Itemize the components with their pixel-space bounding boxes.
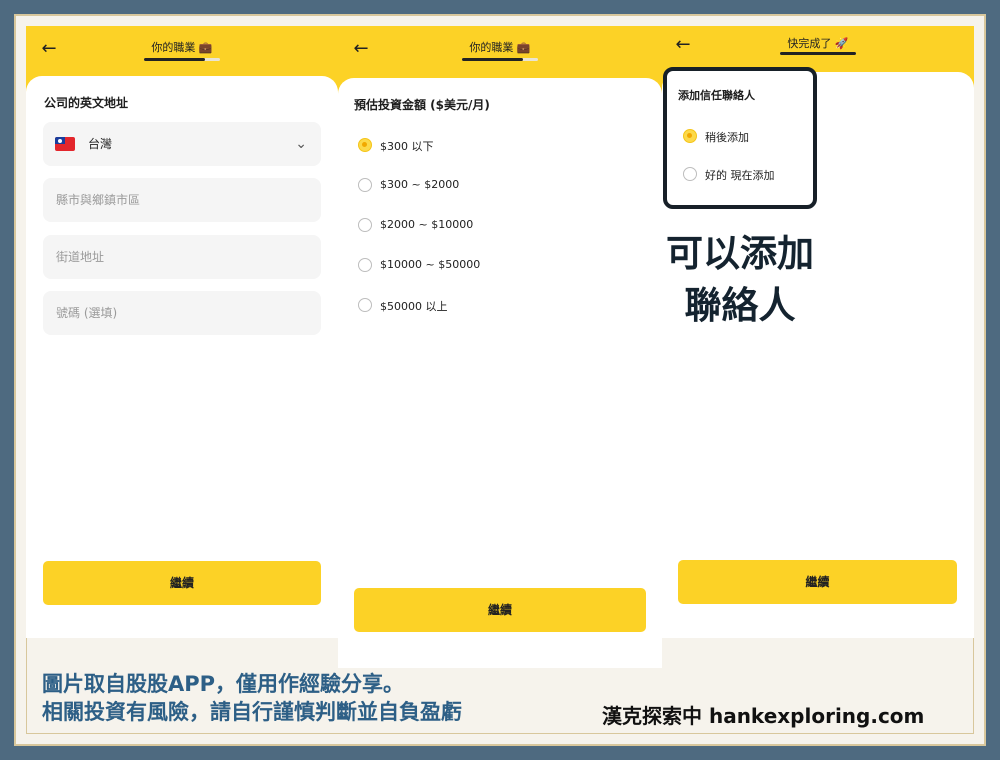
option-label: $300 以下 [380, 140, 434, 153]
radio-icon [358, 218, 372, 232]
progress-bar [144, 58, 220, 61]
radio-icon [683, 167, 697, 181]
option-label: 稍後添加 [705, 131, 749, 144]
radio-icon [358, 258, 372, 272]
progress-fill [780, 52, 856, 55]
country-select[interactable]: 台灣 ⌄ [43, 122, 321, 166]
country-value: 台灣 [88, 137, 113, 151]
radio-selected-icon [358, 138, 372, 152]
site-credit: 漢克探索中 hankexploring.com [602, 704, 925, 728]
taiwan-flag-icon [55, 137, 75, 151]
city-district-field[interactable]: 縣市與鄉鎮市區 [43, 178, 321, 222]
progress-bar [462, 58, 538, 61]
number-field[interactable]: 號碼 (選填) [43, 291, 321, 335]
header-title: 你的職業 💼 [469, 41, 531, 54]
radio-icon [358, 298, 372, 312]
street-address-field[interactable]: 街道地址 [43, 235, 321, 279]
annotation-line-1: 可以添加 [666, 232, 814, 275]
form-card: 公司的英文地址 台灣 ⌄ 縣市與鄉鎮市區 街道地址 號碼 (選填) 繼續 [26, 76, 338, 638]
radio-selected-icon [683, 129, 697, 143]
chevron-down-icon: ⌄ [295, 136, 307, 152]
option-label: $10000 ~ $50000 [380, 258, 481, 271]
progress-fill [144, 58, 205, 61]
trusted-contact-highlight: 添加信任聯絡人 稍後添加 好的 現在添加 [663, 67, 817, 209]
form-card: 預估投資金額 ($美元/月) $300 以下 $300 ~ $2000 $200… [338, 78, 662, 668]
annotation-text: 可以添加 聯絡人 [640, 228, 840, 332]
progress-bar [780, 52, 856, 55]
annotation-line-2: 聯絡人 [684, 284, 796, 327]
continue-button[interactable]: 繼續 [43, 561, 321, 605]
option-label: $300 ~ $2000 [380, 178, 460, 191]
question-label: 預估投資金額 ($美元/月) [354, 98, 490, 112]
caption-line-2: 相關投資有風險，請自行謹慎判斷並自負盈虧 [42, 700, 462, 724]
header-title: 快完成了 🚀 [787, 37, 849, 50]
radio-icon [358, 178, 372, 192]
header-title: 你的職業 💼 [151, 41, 213, 54]
disclaimer-caption: 圖片取自股股APP，僅用作經驗分享。 相關投資有風險，請自行謹慎判斷並自負盈虧 [42, 670, 462, 726]
screen-investment-amount: ← 你的職業 💼 預估投資金額 ($美元/月) $300 以下 $300 ~ $… [338, 26, 662, 668]
option-label: 好的 現在添加 [705, 169, 775, 182]
section-label: 公司的英文地址 [44, 96, 129, 110]
question-label: 添加信任聯絡人 [678, 89, 755, 102]
continue-button[interactable]: 繼續 [678, 560, 957, 604]
progress-fill [462, 58, 523, 61]
caption-line-1: 圖片取自股股APP，僅用作經驗分享。 [42, 672, 405, 696]
continue-button[interactable]: 繼續 [354, 588, 646, 632]
option-label: $50000 以上 [380, 300, 448, 313]
option-label: $2000 ~ $10000 [380, 218, 474, 231]
screen-company-address: ← 你的職業 💼 公司的英文地址 台灣 ⌄ 縣市與鄉鎮市區 街道地址 號碼 (選… [26, 26, 338, 638]
